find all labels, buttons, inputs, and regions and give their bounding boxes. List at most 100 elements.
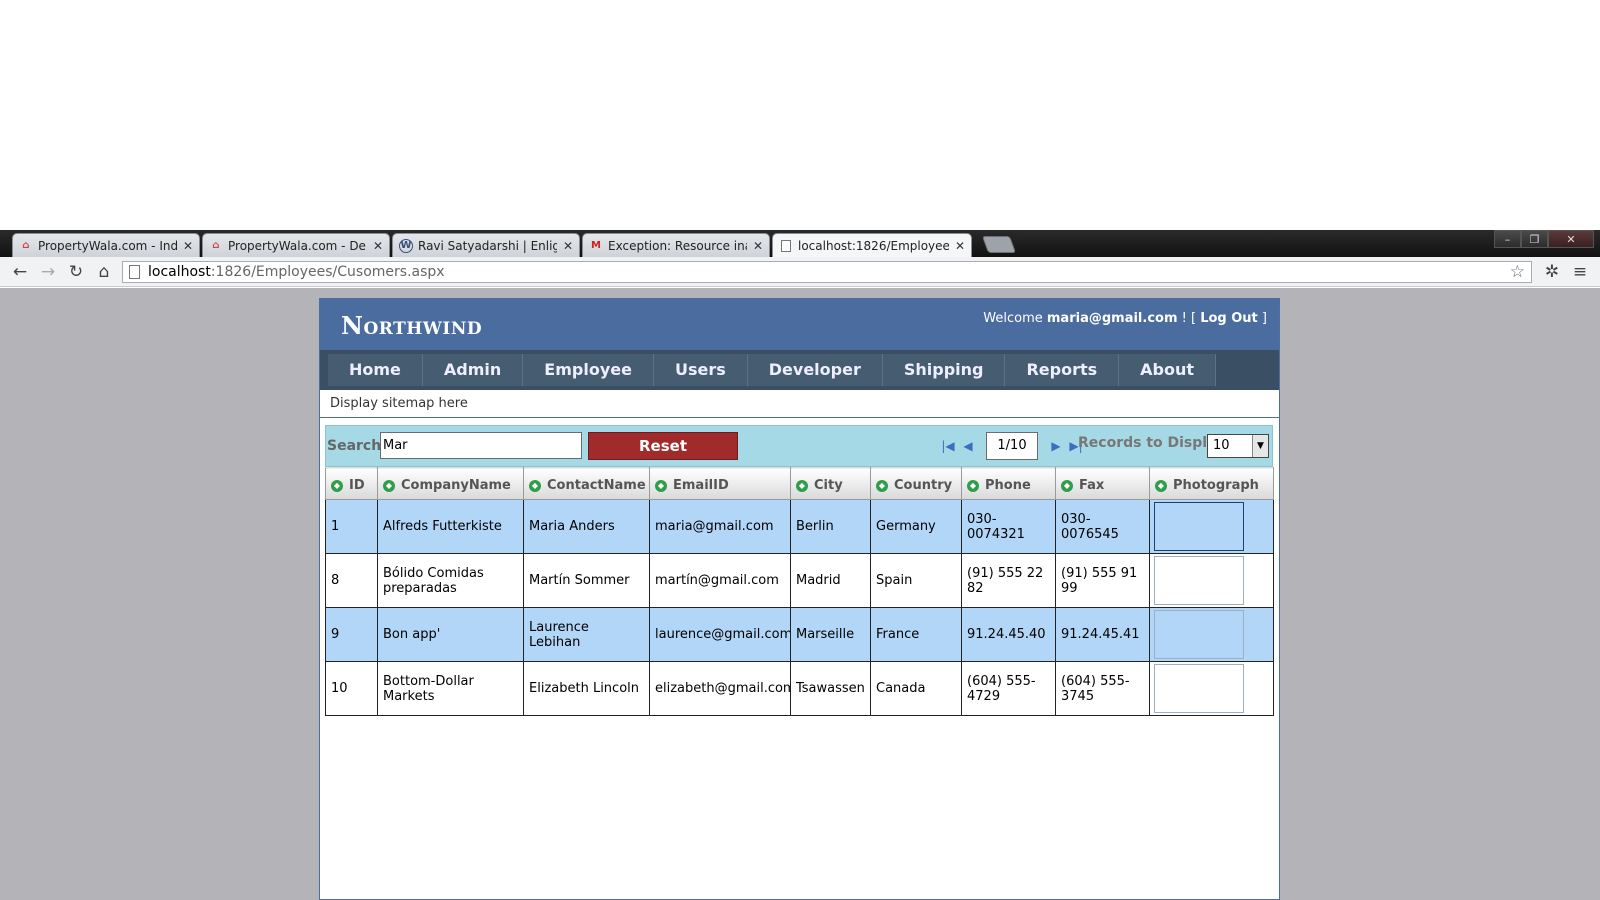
cell-photo xyxy=(1149,661,1274,716)
cell-city: Madrid xyxy=(790,553,871,608)
browser-tab[interactable]: W Ravi Satyadarshi | Enlighte ✕ xyxy=(392,233,580,257)
sort-icon[interactable]: ◆ xyxy=(1061,480,1073,492)
menu-item-reports[interactable]: Reports xyxy=(1005,354,1120,386)
column-label: Photograph xyxy=(1173,478,1259,493)
menu-item-admin[interactable]: Admin xyxy=(422,354,524,386)
column-header-companyname[interactable]: ◆ CompanyName xyxy=(377,467,524,500)
table-row[interactable]: 8 Bólido Comidas preparadas Martín Somme… xyxy=(325,553,1274,608)
menu-item-users[interactable]: Users xyxy=(653,354,748,386)
sort-icon[interactable]: ◆ xyxy=(655,480,667,492)
column-header-country[interactable]: ◆ Country xyxy=(870,467,962,500)
reset-button[interactable]: Reset xyxy=(588,432,738,460)
menu-item-home[interactable]: Home xyxy=(328,354,423,386)
cell-id: 1 xyxy=(325,499,378,554)
sort-icon[interactable]: ◆ xyxy=(876,480,888,492)
house-icon: ⌂ xyxy=(212,240,220,251)
browser-tab-active[interactable]: localhost:1826/Employees ✕ xyxy=(772,233,972,257)
cell-city: Berlin xyxy=(790,499,871,554)
address-bar[interactable]: localhost:1826/Employees/Cusomers.aspx ☆ xyxy=(122,260,1532,283)
close-window-icon[interactable]: ✕ xyxy=(1548,230,1594,248)
sort-icon[interactable]: ◆ xyxy=(796,480,808,492)
column-header-phone[interactable]: ◆ Phone xyxy=(961,467,1056,500)
column-header-emailid[interactable]: ◆ EmailID xyxy=(649,467,791,500)
site-header: Northwind Welcome maria@gmail.com ! [ Lo… xyxy=(320,299,1279,350)
menu-icon[interactable]: ≡ xyxy=(1566,262,1594,282)
page-number-input[interactable]: 1/10 xyxy=(986,432,1038,460)
cell-phone: (604) 555-4729 xyxy=(961,661,1056,716)
table-row[interactable]: 10 Bottom-Dollar Markets Elizabeth Linco… xyxy=(325,661,1274,716)
cell-contact: Martín Sommer xyxy=(523,553,650,608)
records-per-page-select[interactable]: 10 ▼ xyxy=(1207,434,1269,458)
sort-icon[interactable]: ◆ xyxy=(331,480,343,492)
restore-icon[interactable]: ❐ xyxy=(1521,230,1548,248)
site-title: Northwind xyxy=(341,311,483,340)
login-status: Welcome maria@gmail.com ! [ Log Out ] xyxy=(983,311,1267,326)
cell-company: Bon app' xyxy=(377,607,524,662)
close-icon[interactable]: ✕ xyxy=(373,239,383,253)
minimize-icon[interactable]: – xyxy=(1494,230,1521,248)
browser-tab[interactable]: ⌂ PropertyWala.com - India ✕ xyxy=(12,233,200,257)
url-host: localhost xyxy=(148,263,211,280)
tab-title: PropertyWala.com - India xyxy=(38,238,177,253)
cell-contact: Maria Anders xyxy=(523,499,650,554)
browser-tabstrip: ⌂ PropertyWala.com - India ✕ ⌂ PropertyW… xyxy=(0,230,1600,257)
column-header-id[interactable]: ◆ ID xyxy=(325,467,378,500)
reload-icon[interactable]: ↻ xyxy=(62,262,90,282)
sort-icon[interactable]: ◆ xyxy=(967,480,979,492)
column-label: EmailID xyxy=(673,478,729,493)
tab-title: PropertyWala.com - Delhi xyxy=(228,238,367,253)
search-input[interactable]: Mar xyxy=(380,432,582,459)
back-icon[interactable]: ← xyxy=(6,262,34,282)
logout-link[interactable]: Log Out xyxy=(1200,311,1258,326)
new-tab-button[interactable] xyxy=(981,236,1017,253)
cell-city: Marseille xyxy=(790,607,871,662)
main-menu: Home Admin Employee Users Developer Ship… xyxy=(320,350,1279,390)
table-row[interactable]: 1 Alfreds Futterkiste Maria Anders maria… xyxy=(325,499,1274,554)
menu-item-employee[interactable]: Employee xyxy=(523,354,654,386)
forward-icon[interactable]: → xyxy=(34,262,62,282)
extension-icon[interactable]: ✲ xyxy=(1538,262,1566,282)
house-icon: ⌂ xyxy=(22,240,30,251)
column-label: ID xyxy=(349,478,365,493)
welcome-text: Welcome xyxy=(983,311,1043,326)
menu-item-about[interactable]: About xyxy=(1119,354,1217,386)
close-icon[interactable]: ✕ xyxy=(563,239,573,253)
prev-page-icon[interactable]: ◀ xyxy=(958,439,978,453)
window-controls: – ❐ ✕ xyxy=(1494,230,1594,248)
close-icon[interactable]: ✕ xyxy=(183,239,193,253)
column-header-city[interactable]: ◆ City xyxy=(790,467,871,500)
table-row[interactable]: 9 Bon app' Laurence Lebihan laurence@gma… xyxy=(325,607,1274,662)
cell-phone: 91.24.45.40 xyxy=(961,607,1056,662)
close-icon[interactable]: ✕ xyxy=(753,239,763,253)
column-label: Phone xyxy=(985,478,1031,493)
column-header-fax[interactable]: ◆ Fax xyxy=(1055,467,1150,500)
cell-email: elizabeth@gmail.com xyxy=(649,661,791,716)
page-container: Northwind Welcome maria@gmail.com ! [ Lo… xyxy=(319,298,1280,900)
column-label: CompanyName xyxy=(401,478,511,493)
column-header-photograph[interactable]: ◆ Photograph xyxy=(1149,467,1274,500)
browser-toolbar: ← → ↻ ⌂ localhost:1826/Employees/Cusomer… xyxy=(0,257,1600,287)
page-icon xyxy=(779,239,793,253)
cell-country: France xyxy=(870,607,962,662)
grid-toolbar: Search: Mar Reset |◀ ◀ 1/10 ▶ ▶| Records… xyxy=(325,425,1273,467)
column-header-contactname[interactable]: ◆ ContactName xyxy=(523,467,650,500)
cell-country: Germany xyxy=(870,499,962,554)
cell-fax: 030-0076545 xyxy=(1055,499,1150,554)
bookmark-star-icon[interactable]: ☆ xyxy=(1510,262,1525,282)
browser-tab[interactable]: M Exception: Resource inacti ✕ xyxy=(582,233,770,257)
sort-icon[interactable]: ◆ xyxy=(1155,480,1167,492)
chevron-down-icon[interactable]: ▼ xyxy=(1252,435,1268,457)
menu-item-developer[interactable]: Developer xyxy=(747,354,883,386)
page-viewport: Northwind Welcome maria@gmail.com ! [ Lo… xyxy=(0,288,1600,900)
close-icon[interactable]: ✕ xyxy=(955,239,965,253)
sort-icon[interactable]: ◆ xyxy=(529,480,541,492)
next-page-icon[interactable]: ▶ xyxy=(1046,439,1066,453)
cell-phone: (91) 555 22 82 xyxy=(961,553,1056,608)
cell-email: martín@gmail.com xyxy=(649,553,791,608)
browser-tab[interactable]: ⌂ PropertyWala.com - Delhi ✕ xyxy=(202,233,390,257)
menu-item-shipping[interactable]: Shipping xyxy=(882,354,1006,386)
cell-photo xyxy=(1149,499,1274,554)
first-page-icon[interactable]: |◀ xyxy=(938,439,958,453)
home-icon[interactable]: ⌂ xyxy=(90,262,118,282)
sort-icon[interactable]: ◆ xyxy=(383,480,395,492)
